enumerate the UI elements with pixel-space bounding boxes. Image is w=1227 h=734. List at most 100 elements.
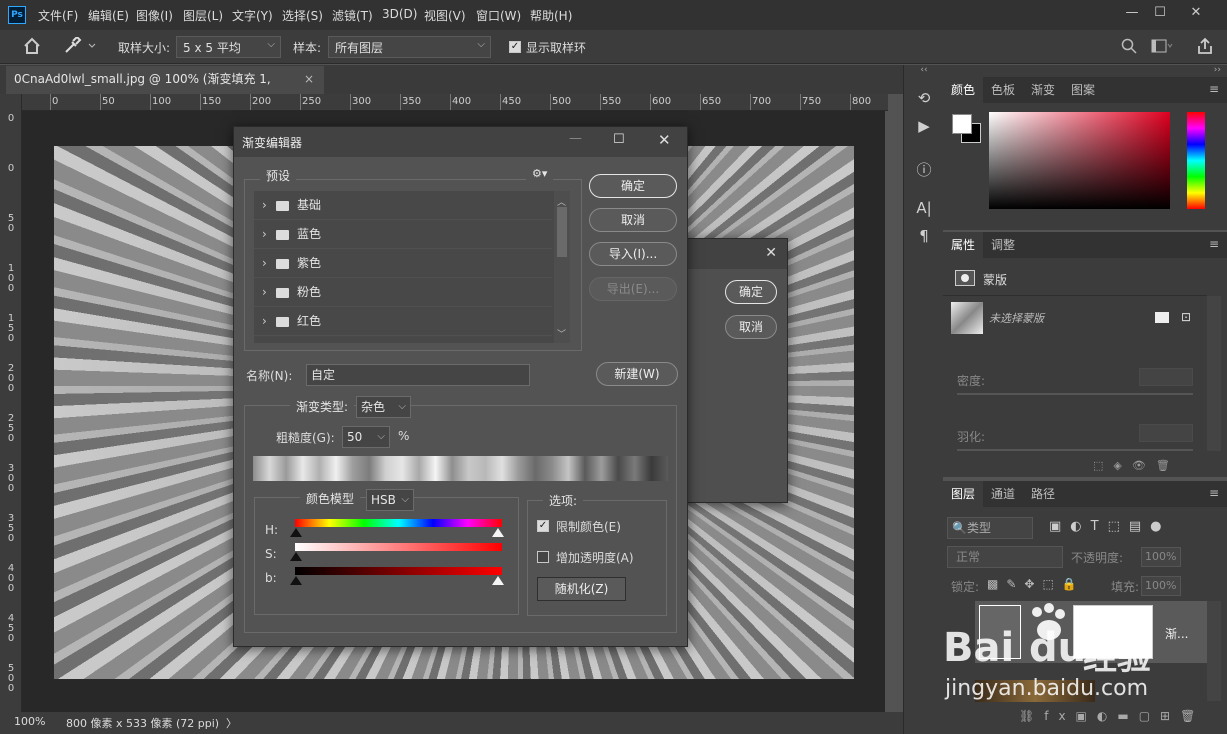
menu-select[interactable]: 选择(S) bbox=[282, 7, 323, 24]
preset-folder-blue[interactable]: › 蓝色 bbox=[254, 220, 552, 249]
menu-edit[interactable]: 编辑(E) bbox=[88, 7, 129, 24]
hue-spectrum[interactable] bbox=[1187, 112, 1205, 209]
info-icon[interactable]: ⓘ bbox=[904, 159, 944, 180]
eyedropper-tool-icon[interactable] bbox=[62, 35, 98, 55]
presets-list[interactable]: › 基础 › 蓝色 › 紫色 › 粉色 › 红色 ︿ ﹀ bbox=[254, 191, 570, 343]
brightness-slider-track[interactable] bbox=[295, 567, 502, 575]
preset-folder-purple[interactable]: › 紫色 bbox=[254, 249, 552, 278]
add-pixel-mask-icon[interactable] bbox=[1155, 312, 1169, 323]
gear-icon[interactable]: ⚙▾ bbox=[526, 167, 554, 180]
layers-scrollbar[interactable] bbox=[1207, 601, 1221, 701]
hue-min-stop[interactable] bbox=[290, 528, 302, 537]
close-button[interactable]: ✕ bbox=[1186, 5, 1206, 20]
scroll-down-icon[interactable]: ﹀ bbox=[557, 327, 566, 340]
character-icon[interactable]: A| bbox=[904, 199, 944, 217]
brightness-min-stop[interactable] bbox=[290, 576, 302, 585]
preset-folder-basic[interactable]: › 基础 bbox=[254, 191, 552, 220]
document-tab[interactable]: 0CnaAd0lwl_small.jpg @ 100% (渐变填充 1, RGB… bbox=[6, 66, 324, 112]
properties-scrollbar[interactable] bbox=[1207, 296, 1221, 451]
randomize-button[interactable]: 随机化(Z) bbox=[537, 577, 626, 601]
panel-menu-icon[interactable]: ≡ bbox=[1209, 486, 1219, 500]
gradient-type-select[interactable]: 杂色 ⌵ bbox=[356, 396, 411, 418]
background-ok-button[interactable]: 确定 bbox=[725, 280, 777, 304]
collapse-panels-icon[interactable]: ›› bbox=[1214, 65, 1221, 75]
roughness-input[interactable]: 50 ⌵ bbox=[342, 426, 390, 448]
cancel-button[interactable]: 取消 bbox=[589, 208, 677, 232]
home-icon[interactable] bbox=[22, 37, 42, 55]
tab-paths[interactable]: 路径 bbox=[1023, 481, 1063, 507]
foreground-color-swatch[interactable] bbox=[952, 114, 972, 134]
layer-filter-icons[interactable]: ▣◐T⬚▤● bbox=[1049, 519, 1170, 534]
status-menu-arrow[interactable]: 〉 bbox=[226, 715, 237, 731]
preset-folder-pink[interactable]: › 粉色 bbox=[254, 278, 552, 307]
tab-properties[interactable]: 属性 bbox=[943, 232, 984, 258]
lock-icons[interactable]: ▩✎✥⬚🔒 bbox=[987, 577, 1085, 591]
paragraph-icon[interactable]: ¶ bbox=[904, 227, 944, 245]
ruler-tick-label: 250 bbox=[7, 413, 15, 444]
menu-3d[interactable]: 3D(D) bbox=[382, 7, 417, 21]
sample-select[interactable]: 所有图层 ⌵ bbox=[328, 36, 491, 58]
restrict-colors-checkbox[interactable]: ✓ bbox=[537, 520, 549, 532]
dialog-maximize-icon[interactable]: ☐ bbox=[613, 132, 625, 147]
collapse-icon[interactable]: ‹‹ bbox=[904, 65, 944, 75]
hue-slider-track[interactable] bbox=[295, 519, 502, 527]
tab-adjustments[interactable]: 调整 bbox=[983, 232, 1023, 258]
background-cancel-button[interactable]: 取消 bbox=[725, 315, 777, 339]
show-ring-checkbox[interactable]: ✓ bbox=[509, 41, 521, 53]
menu-type[interactable]: 文字(Y) bbox=[232, 7, 273, 24]
menu-window[interactable]: 窗口(W) bbox=[476, 7, 521, 24]
saturation-min-stop[interactable] bbox=[290, 552, 302, 561]
layer-row-background[interactable] bbox=[975, 680, 1095, 702]
chevron-down-icon: ⌵ bbox=[398, 401, 406, 412]
panel-menu-icon[interactable]: ≡ bbox=[1209, 82, 1219, 96]
tab-patterns[interactable]: 图案 bbox=[1063, 77, 1103, 103]
share-icon[interactable] bbox=[1196, 37, 1214, 58]
scrollbar-thumb[interactable] bbox=[557, 207, 567, 257]
menu-filter[interactable]: 滤镜(T) bbox=[332, 7, 373, 24]
tab-channels[interactable]: 通道 bbox=[983, 481, 1023, 507]
panel-menu-icon[interactable]: ≡ bbox=[1209, 237, 1219, 251]
brightness-max-stop[interactable] bbox=[492, 576, 504, 585]
presets-scrollbar[interactable]: ︿ ﹀ bbox=[554, 191, 570, 343]
history-icon[interactable]: ⟲ bbox=[904, 89, 944, 107]
tab-swatches[interactable]: 色板 bbox=[983, 77, 1023, 103]
sample-size-select[interactable]: 5 x 5 平均 ⌵ bbox=[176, 36, 281, 58]
play-actions-icon[interactable]: ▶ bbox=[904, 117, 944, 135]
import-button[interactable]: 导入(I)... bbox=[589, 242, 677, 266]
maximize-button[interactable]: ☐ bbox=[1150, 5, 1170, 20]
tab-gradients[interactable]: 渐变 bbox=[1023, 77, 1063, 103]
workspace-icon[interactable] bbox=[1151, 39, 1173, 56]
add-transparency-checkbox[interactable] bbox=[537, 551, 549, 563]
tab-layers[interactable]: 图层 bbox=[943, 481, 984, 507]
new-button[interactable]: 新建(W) bbox=[596, 362, 678, 386]
saturation-slider-track[interactable] bbox=[295, 543, 502, 551]
minimize-button[interactable]: — bbox=[1122, 5, 1142, 20]
properties-footer-icons[interactable]: ⬚◈👁🗑 bbox=[1093, 459, 1180, 472]
zoom-level[interactable]: 100% bbox=[14, 715, 45, 728]
layers-footer-icons[interactable]: ⛓fx▣◐▬▢⊞🗑 bbox=[1019, 709, 1205, 723]
layer-row-gradient-fill[interactable]: 渐... bbox=[975, 601, 1207, 663]
hue-max-stop[interactable] bbox=[492, 528, 504, 537]
color-model-select[interactable]: HSB ⌵ bbox=[366, 489, 414, 511]
preset-folder-red[interactable]: › 红色 bbox=[254, 307, 552, 336]
tab-color[interactable]: 颜色 bbox=[943, 77, 984, 103]
background-dialog-close-icon[interactable]: ✕ bbox=[765, 245, 777, 261]
menu-help[interactable]: 帮助(H) bbox=[530, 7, 572, 24]
mask-thumbnail[interactable] bbox=[951, 302, 983, 334]
gradient-preview-bar[interactable] bbox=[253, 456, 668, 481]
ok-button[interactable]: 确定 bbox=[589, 174, 677, 198]
dialog-close-icon[interactable]: ✕ bbox=[658, 131, 671, 149]
chevron-right-icon: › bbox=[262, 285, 267, 299]
preset-label: 粉色 bbox=[297, 285, 322, 299]
menu-layer[interactable]: 图层(L) bbox=[183, 7, 223, 24]
name-input[interactable]: 自定 bbox=[306, 364, 530, 386]
tab-close-icon[interactable]: × bbox=[304, 66, 314, 92]
menu-file[interactable]: 文件(F) bbox=[38, 7, 78, 24]
search-icon[interactable] bbox=[1121, 38, 1137, 57]
menu-image[interactable]: 图像(I) bbox=[136, 7, 173, 24]
color-field[interactable] bbox=[989, 112, 1170, 209]
menu-view[interactable]: 视图(V) bbox=[424, 7, 466, 24]
add-vector-mask-icon[interactable]: ⊡ bbox=[1181, 310, 1191, 324]
layer-filter-select[interactable]: 🔍类型 bbox=[947, 517, 1033, 539]
dialog-minimize-icon[interactable]: — bbox=[569, 131, 582, 146]
